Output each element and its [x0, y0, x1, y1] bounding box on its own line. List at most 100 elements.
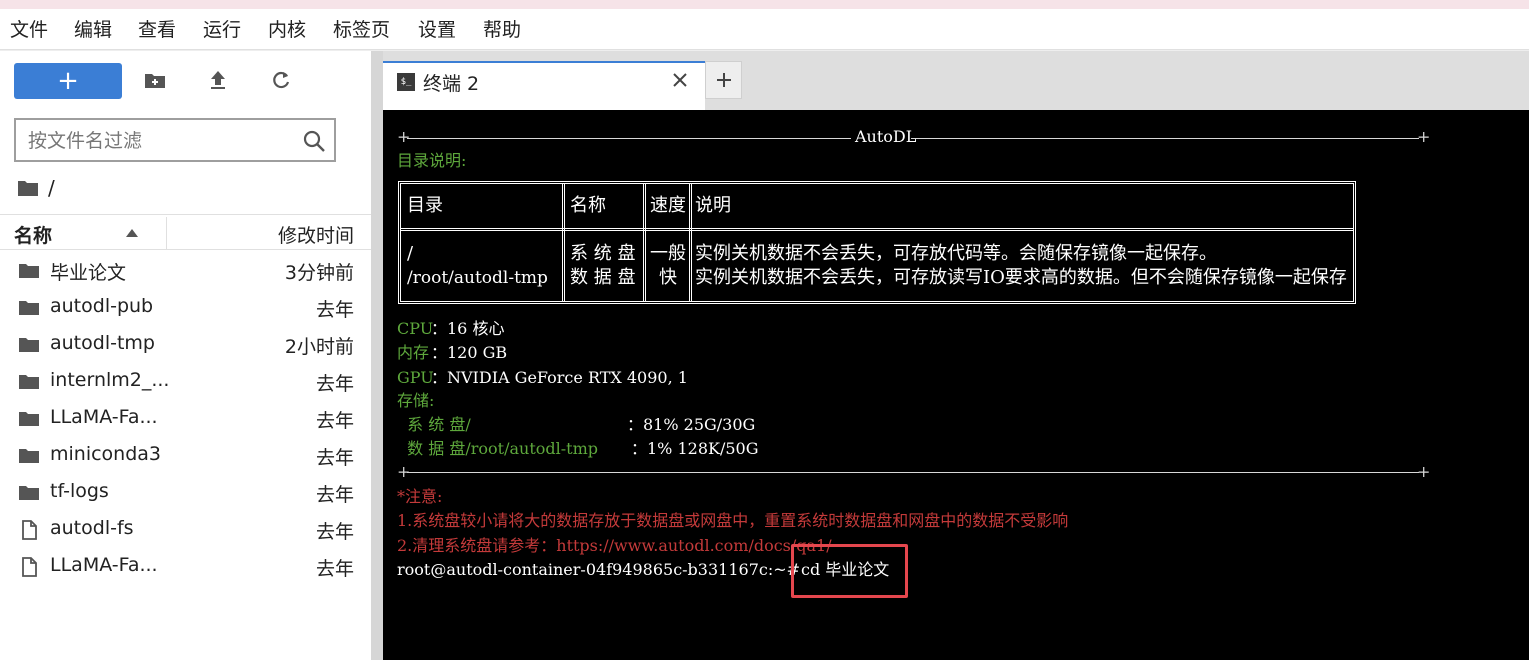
file-name: tf-logs [50, 480, 109, 502]
breadcrumb[interactable]: / [18, 175, 55, 201]
tab-terminal-2[interactable]: $_ 终端 2 [383, 61, 705, 110]
file-modified: 去年 [315, 410, 354, 432]
file-row[interactable]: tf-logs 去年 [0, 474, 371, 511]
storage-label: 存储: [397, 391, 435, 410]
mem-value: ：120 GB [431, 343, 508, 362]
cpu-value: ：16 核心 [431, 319, 505, 338]
menu-tabs[interactable]: 标签页 [333, 17, 390, 43]
rule-corner: + [397, 127, 411, 146]
table-divider [562, 184, 565, 301]
menu-edit[interactable]: 编辑 [74, 17, 112, 43]
column-name-header[interactable]: 名称 [14, 221, 52, 248]
file-modified: 去年 [315, 484, 354, 506]
sort-ascending-icon[interactable] [126, 229, 138, 237]
breadcrumb-path[interactable]: / [48, 176, 55, 200]
cpu-label: CPU [397, 319, 434, 338]
folder-icon [19, 486, 39, 500]
table-cell: 实例关机数据不会丢失，可存放读写IO要求高的数据。但不会随保存镜像一起保存 [695, 267, 1347, 288]
data-disk-label: 数 据 盘/root/autodl-tmp [397, 439, 598, 458]
table-header-name: 名称 [570, 195, 606, 216]
filter-box [14, 118, 336, 162]
menu-settings[interactable]: 设置 [418, 17, 456, 43]
file-row[interactable]: LLaMA-Fa... 去年 [0, 548, 371, 585]
table-cell: /root/autodl-tmp [407, 268, 548, 288]
file-modified: 去年 [315, 373, 354, 395]
terminal-icon: $_ [397, 73, 415, 91]
new-tab-button[interactable] [705, 61, 742, 99]
menu-kernel[interactable]: 内核 [268, 17, 306, 43]
file-modified: 去年 [315, 447, 354, 469]
file-modified: 去年 [315, 558, 354, 580]
table-header-dir: 目录 [407, 195, 443, 216]
notice-line-1: 1.系统盘较小请将大的数据存放于数据盘或网盘中，重置系统时数据盘和网盘中的数据不… [397, 511, 1069, 530]
upload-icon [211, 71, 225, 89]
rule-corner: + [1417, 462, 1431, 481]
menu-view[interactable]: 查看 [138, 17, 176, 43]
table-cell: 实例关机数据不会丢失，可存放代码等。会随保存镜像一起保存。 [695, 243, 1217, 264]
file-modified: 去年 [315, 521, 354, 543]
table-header-desc: 说明 [695, 195, 731, 216]
file-row[interactable]: internlm2_... 去年 [0, 363, 371, 400]
menu-file[interactable]: 文件 [10, 17, 48, 43]
jupyterlab-window: 文件 编辑 查看 运行 内核 标签页 设置 帮助 + 按文件名过滤 / 名称 修… [0, 0, 1529, 660]
file-modified: 3分钟前 [284, 262, 354, 284]
file-row[interactable]: 毕业论文 3分钟前 [0, 252, 371, 289]
mem-label: 内存 [397, 343, 430, 362]
notice-line-2: 2.清理系统盘请参考：https://www.autodl.com/docs/q… [397, 536, 832, 555]
table-cell: 数 据 盘 [570, 267, 636, 288]
table-cell: 系 统 盘 [570, 243, 636, 264]
annotation-highlight-box [791, 544, 908, 598]
file-icon [22, 557, 37, 577]
table-header-speed: 速度 [650, 195, 686, 216]
sidebar-splitter[interactable] [371, 51, 383, 660]
column-modified-header[interactable]: 修改时间 [278, 221, 354, 248]
new-launcher-button[interactable]: + [14, 63, 122, 99]
folder-icon [18, 181, 38, 196]
folder-icon [19, 412, 39, 426]
banner-rule-bottom [407, 472, 1419, 473]
browser-top-strip [0, 0, 1529, 9]
close-icon[interactable] [671, 71, 689, 89]
menu-help[interactable]: 帮助 [483, 17, 521, 43]
shell-prompt: root@autodl-container-04f949865c-b331167… [397, 560, 801, 579]
menubar: 文件 编辑 查看 运行 内核 标签页 设置 帮助 [0, 9, 1529, 50]
table-cell: 一般 [650, 243, 686, 264]
file-name: autodl-tmp [50, 332, 155, 354]
file-browser: + 按文件名过滤 / 名称 修改时间 毕业论文 3分钟前 autodl-pub … [0, 51, 371, 660]
file-row[interactable]: LLaMA-Fa... 去年 [0, 400, 371, 437]
search-icon[interactable] [302, 129, 326, 153]
rule-corner: + [1417, 127, 1431, 146]
refresh-button[interactable] [266, 65, 296, 95]
filter-input[interactable] [28, 128, 288, 154]
file-row[interactable]: miniconda3 去年 [0, 437, 371, 474]
folder-icon [19, 338, 39, 352]
table-divider [643, 184, 646, 301]
file-name: 毕业论文 [50, 262, 127, 284]
banner-rule-right [911, 138, 1419, 139]
file-row[interactable]: autodl-pub 去年 [0, 289, 371, 326]
gpu-label: GPU [397, 368, 434, 387]
upload-button[interactable] [203, 65, 233, 95]
file-name: miniconda3 [50, 443, 162, 465]
banner-rule-left [407, 138, 851, 139]
gpu-value: ：NVIDIA GeForce RTX 4090, 1 [431, 368, 688, 387]
table-divider [401, 228, 1353, 231]
column-divider[interactable] [166, 217, 167, 249]
file-row[interactable]: autodl-tmp 2小时前 [0, 326, 371, 363]
terminal-output[interactable]: + AutoDL + 目录说明: 目录 名称 速度 说明 / 系 统 盘 一般 … [383, 110, 1529, 660]
menu-run[interactable]: 运行 [203, 17, 241, 43]
folder-icon [19, 375, 39, 389]
refresh-icon [273, 71, 290, 89]
file-list-header: 名称 修改时间 [0, 214, 371, 250]
folder-icon [19, 449, 39, 463]
folder-icon [19, 301, 39, 315]
file-modified: 2小时前 [284, 336, 354, 358]
new-folder-button[interactable] [140, 65, 170, 95]
file-icon [22, 520, 37, 540]
file-name: LLaMA-Fa... [50, 406, 158, 428]
file-name: autodl-pub [50, 295, 154, 317]
file-name: autodl-fs [50, 517, 134, 539]
file-list: 毕业论文 3分钟前 autodl-pub 去年 autodl-tmp 2小时前 intern… [0, 252, 371, 585]
file-row[interactable]: autodl-fs 去年 [0, 511, 371, 548]
tab-bar: $_ 终端 2 [383, 51, 1529, 110]
